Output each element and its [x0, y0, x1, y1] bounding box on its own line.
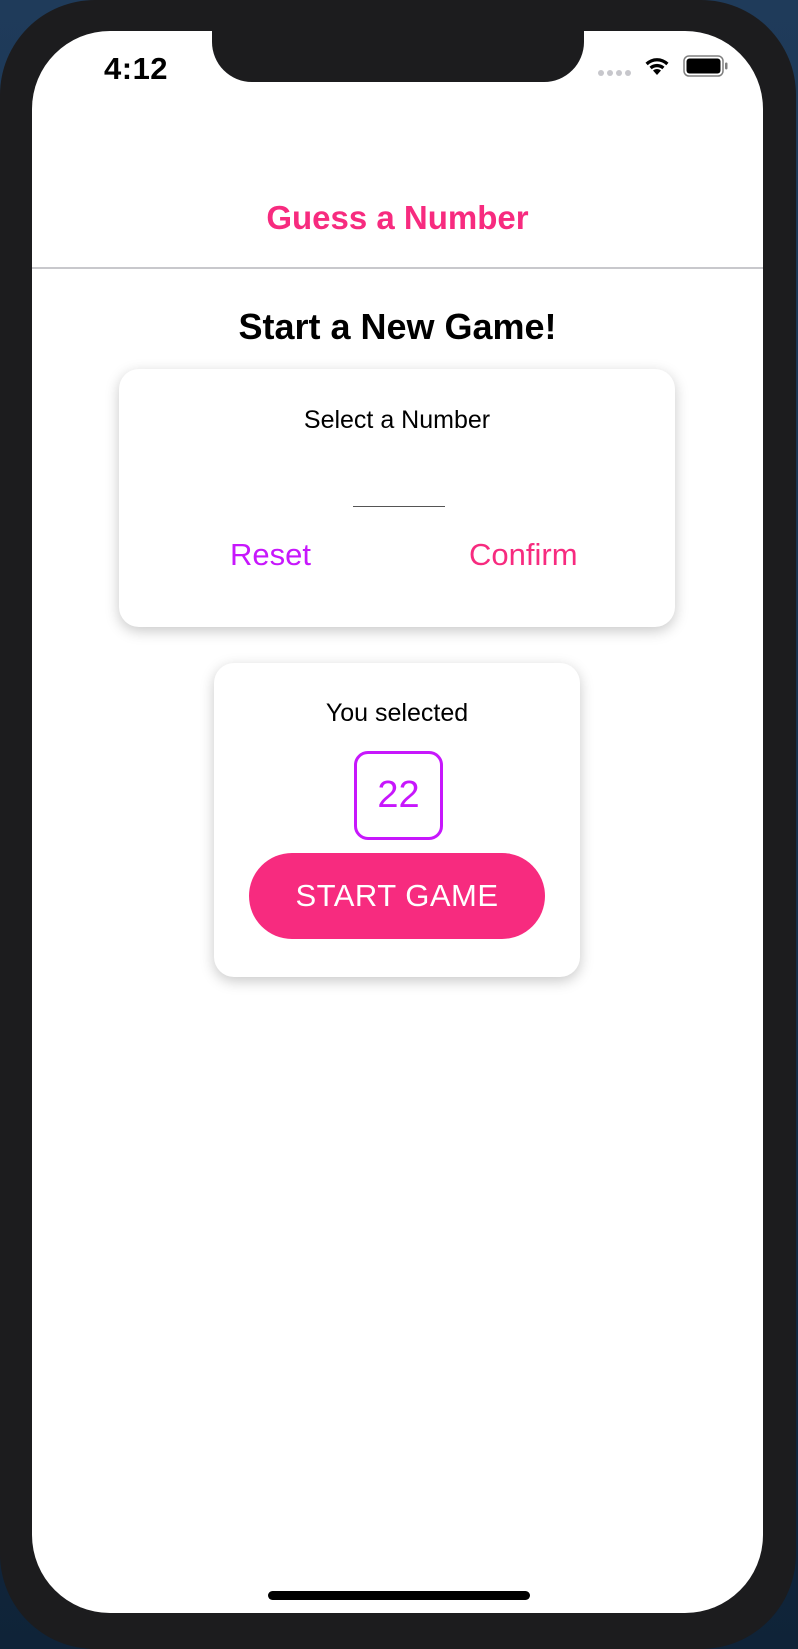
number-input-card: Select a Number Reset Confirm	[119, 369, 675, 627]
reset-button[interactable]: Reset	[230, 537, 311, 573]
selected-number-card: You selected 22 START GAME	[214, 663, 580, 977]
header-title: Guess a Number	[266, 199, 529, 236]
start-game-button[interactable]: START GAME	[249, 853, 545, 939]
app-screen: Guess a Number 4:12 Start a New Game! Se…	[32, 31, 763, 1613]
page-title: Start a New Game!	[238, 306, 557, 347]
selected-number-display: 22	[354, 751, 443, 840]
wifi-icon	[643, 55, 671, 82]
device-notch	[212, 31, 584, 82]
home-indicator[interactable]	[268, 1591, 530, 1600]
cellular-signal-icon	[598, 62, 631, 76]
phone-frame: Guess a Number 4:12 Start a New Game! Se…	[0, 0, 796, 1649]
confirm-button[interactable]: Confirm	[469, 537, 578, 573]
you-selected-label: You selected	[325, 699, 469, 727]
number-input[interactable]	[353, 464, 445, 507]
status-time: 4:12	[104, 51, 169, 86]
status-icons	[598, 55, 729, 82]
select-number-label: Select a Number	[303, 406, 491, 434]
battery-icon	[683, 55, 729, 82]
